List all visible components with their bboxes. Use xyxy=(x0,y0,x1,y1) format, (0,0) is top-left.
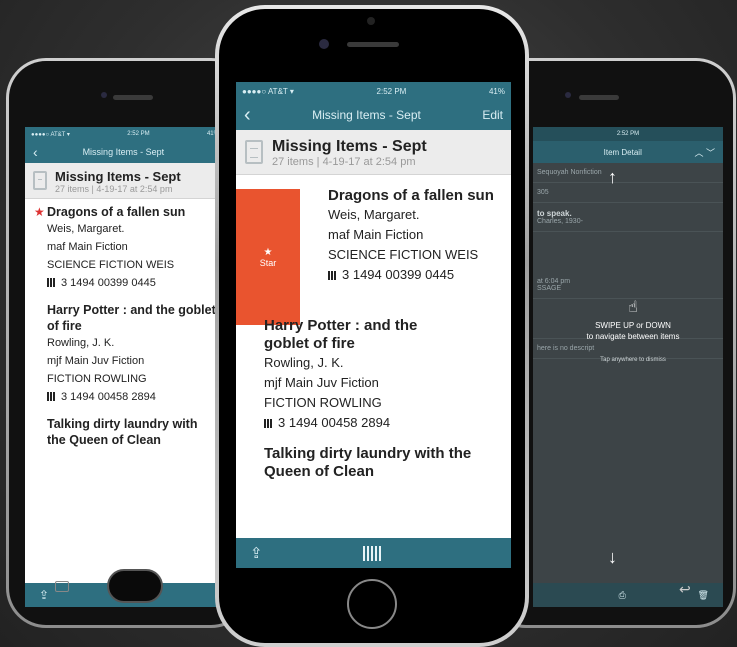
nav-bar: ‹ Missing Items - Sept xyxy=(25,141,225,163)
item-author: Weis, Margaret. xyxy=(47,223,125,235)
back-button[interactable]: ‹ xyxy=(244,104,251,127)
center-phone: ●●●●○ AT&T ▾ 2:52 PM 41% ‹ Missing Items… xyxy=(215,5,529,647)
speaker xyxy=(113,95,153,100)
item-barcode: 3 1494 00399 0445 xyxy=(328,265,503,285)
left-screen: ●●●●○ AT&T ▾ 2:52 PM 41% ‹ Missing Items… xyxy=(25,127,225,607)
document-icon xyxy=(33,171,47,190)
bottom-toolbar: ⎙ 🗑 xyxy=(533,583,723,607)
camera xyxy=(565,92,571,98)
status-bar: 2:52 PM xyxy=(533,127,723,141)
item-title: Harry Potter : and the goblet of fire xyxy=(47,303,216,333)
share-icon[interactable]: ⇪ xyxy=(39,588,49,602)
barcode-icon xyxy=(328,271,337,280)
item-location: mjf Main Juv Fiction xyxy=(47,355,145,367)
status-bar: ●●●●○ AT&T ▾ 2:52 PM 41% xyxy=(25,127,225,141)
left-phone-body: ●●●●○ AT&T ▾ 2:52 PM 41% ‹ Missing Items… xyxy=(9,61,248,625)
item-title: Talking dirty laundry with the Queen of … xyxy=(47,417,198,447)
list-header: Missing Items - Sept 27 items | 4-19-17 … xyxy=(236,130,511,175)
checkout-icon[interactable]: ⎙ xyxy=(619,590,626,601)
share-icon[interactable]: ⇪ xyxy=(250,544,263,562)
carrier-text: ●●●●○ AT&T ▾ xyxy=(31,131,70,138)
barcode-scan-icon[interactable] xyxy=(363,545,382,561)
item-call-number: FICTION ROWLING xyxy=(47,373,147,385)
center-phone-body: ●●●●○ AT&T ▾ 2:52 PM 41% ‹ Missing Items… xyxy=(219,9,525,643)
item-author: Rowling, J. K. xyxy=(47,337,115,349)
item-title: Dragons of a fallen sun xyxy=(328,187,494,204)
item-title: Harry Potter : and the goblet of fire xyxy=(264,317,418,352)
list-item[interactable]: Harry Potter : and the goblet of fire Ro… xyxy=(236,311,511,439)
barcode-icon xyxy=(47,392,56,401)
detail-row: here is no descript xyxy=(533,339,723,359)
nav-bar: Item Detail ︿ ﹀ xyxy=(533,141,723,163)
nav-title: Missing Items - Sept xyxy=(312,108,421,122)
home-button[interactable] xyxy=(107,569,163,603)
battery-text: 41% xyxy=(488,86,505,96)
list-title: Missing Items - Sept xyxy=(55,169,181,184)
item-location: maf Main Fiction xyxy=(47,241,128,253)
status-bar: ●●●●○ AT&T ▾ 2:52 PM 41% xyxy=(236,82,511,100)
arrow-down-icon: ↓ xyxy=(608,547,617,567)
camera xyxy=(101,92,107,98)
barcode-icon xyxy=(264,419,273,428)
clock-text: 2:52 PM xyxy=(127,131,150,137)
right-screen: 2:52 PM Item Detail ︿ ﹀ Sequoyah Nonfict… xyxy=(533,127,723,607)
edit-button[interactable]: Edit xyxy=(482,108,503,122)
list-title: Missing Items - Sept xyxy=(272,138,427,155)
item-location: mjf Main Juv Fiction xyxy=(264,375,379,390)
list-item[interactable]: Talking dirty laundry with the Queen of … xyxy=(236,439,511,487)
list-item[interactable]: Talking dirty laundry with the Queen of … xyxy=(25,411,225,453)
bottom-toolbar: ⇪ xyxy=(236,538,511,568)
detail-row xyxy=(533,232,723,272)
item-barcode: 3 1494 00399 0445 xyxy=(47,274,219,292)
list-header: Missing Items - Sept 27 items | 4-19-17 … xyxy=(25,163,225,199)
detail-row: to speak. Charles, 1930- xyxy=(533,203,723,232)
chevron-up-down-icon[interactable]: ︿ ﹀ xyxy=(694,146,715,159)
list-item-swiped[interactable]: Dragons of a fallen sun Weis, Margaret. … xyxy=(236,175,511,311)
clock-text: 2:52 PM xyxy=(616,131,640,137)
detail-row: at 6:04 pm SSAGE xyxy=(533,272,723,299)
nav-title: Missing Items - Sept xyxy=(82,147,165,157)
item-title: Dragons of a fallen sun xyxy=(47,205,186,219)
item-barcode: 3 1494 00458 2894 xyxy=(264,413,503,433)
carrier-text: ●●●●○ AT&T ▾ xyxy=(242,86,294,96)
item-author: Weis, Margaret. xyxy=(328,207,420,222)
detail-title: Item Detail xyxy=(603,147,642,157)
detail-row: Sequoyah Nonfiction xyxy=(533,163,723,183)
swipe-instruction: SWIPE UP or DOWN xyxy=(595,321,671,330)
list-item[interactable]: Harry Potter : and the goblet of fire Ro… xyxy=(25,297,225,411)
speaker xyxy=(347,42,399,47)
barcode-icon xyxy=(47,278,56,287)
item-title: Talking dirty laundry with the Queen of … xyxy=(264,445,472,480)
home-button[interactable] xyxy=(347,579,397,629)
swipe-instruction-sub: to navigate between items xyxy=(586,332,680,341)
item-call-number: FICTION ROWLING xyxy=(264,395,382,410)
proximity-sensor xyxy=(367,17,375,25)
list-meta: 27 items | 4-19-17 at 2:54 pm xyxy=(272,156,416,168)
arrow-up-icon: ↑ xyxy=(608,167,617,187)
recents-icon[interactable] xyxy=(55,581,69,592)
item-call-number: SCIENCE FICTION WEIS xyxy=(328,247,479,262)
list-meta: 27 items | 4-19-17 at 2:54 pm xyxy=(55,184,173,194)
item-location: maf Main Fiction xyxy=(328,227,424,242)
camera xyxy=(319,39,329,49)
star-icon: ★ xyxy=(34,205,45,219)
list-item[interactable]: ★ Dragons of a fallen sun Weis, Margaret… xyxy=(25,199,225,297)
center-screen: ●●●●○ AT&T ▾ 2:52 PM 41% ‹ Missing Items… xyxy=(236,82,511,568)
detail-row: 305 xyxy=(533,183,723,203)
item-author: Rowling, J. K. xyxy=(264,355,344,370)
dismiss-hint[interactable]: Tap anywhere to dismiss xyxy=(543,357,723,363)
trash-icon[interactable]: 🗑 xyxy=(698,590,709,601)
speaker xyxy=(579,95,619,100)
back-arrow-icon[interactable]: ↩ xyxy=(679,581,691,598)
item-call-number: SCIENCE FICTION WEIS xyxy=(47,259,175,271)
nav-bar: ‹ Missing Items - Sept Edit xyxy=(236,100,511,130)
hand-pointer-icon: ☝ xyxy=(628,299,638,316)
clock-text: 2:52 PM xyxy=(376,86,407,96)
document-icon xyxy=(245,140,263,164)
item-barcode: 3 1494 00458 2894 xyxy=(47,388,219,406)
